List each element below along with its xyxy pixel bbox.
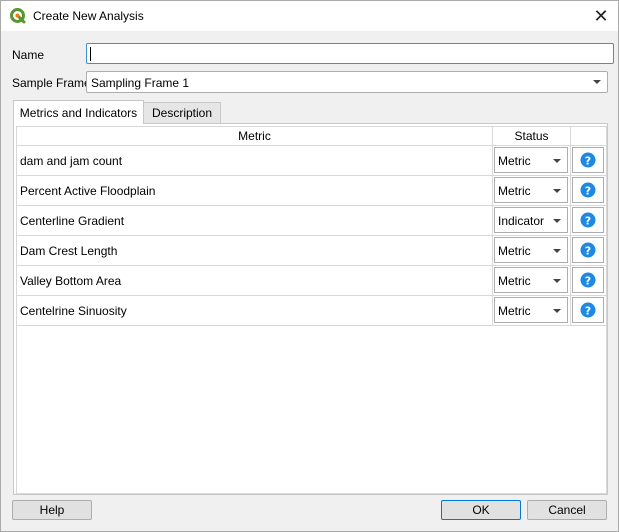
table-row[interactable]: Centerline Gradient Indicator ?: [17, 206, 606, 236]
chevron-down-icon: [553, 189, 561, 193]
cancel-button[interactable]: Cancel: [527, 500, 607, 520]
metric-help-button[interactable]: ?: [572, 177, 604, 203]
chevron-down-icon: [553, 249, 561, 253]
svg-text:?: ?: [585, 274, 591, 287]
status-select[interactable]: Metric: [494, 177, 568, 203]
ok-button-label: OK: [472, 503, 490, 517]
chevron-down-icon: [553, 219, 561, 223]
chevron-down-icon: [553, 309, 561, 313]
status-select[interactable]: Metric: [494, 297, 568, 323]
metric-name: Centelrine Sinuosity: [20, 304, 127, 318]
metric-name: Centerline Gradient: [20, 214, 125, 228]
question-circle-icon: ?: [580, 152, 596, 168]
status-value: Metric: [498, 184, 531, 198]
status-cell: Metric: [493, 236, 571, 266]
svg-text:?: ?: [585, 304, 591, 317]
column-header-label: Status: [514, 129, 549, 143]
svg-text:?: ?: [585, 214, 591, 227]
status-cell: Indicator: [493, 206, 571, 236]
svg-text:?: ?: [585, 184, 591, 197]
metric-cell[interactable]: Percent Active Floodplain: [17, 176, 493, 206]
sample-frame-label: Sample Frame: [12, 76, 91, 90]
status-value: Metric: [498, 274, 531, 288]
column-header-metric[interactable]: Metric: [17, 127, 493, 146]
window-title: Create New Analysis: [33, 9, 144, 23]
ok-button[interactable]: OK: [441, 500, 521, 520]
metric-help-button[interactable]: ?: [572, 297, 604, 323]
title-bar: Create New Analysis ✕: [1, 1, 618, 31]
table-row[interactable]: dam and jam count Metric ?: [17, 146, 606, 176]
help-cell: ?: [571, 266, 606, 296]
name-input[interactable]: [86, 43, 614, 64]
question-circle-icon: ?: [580, 212, 596, 228]
metric-name: Valley Bottom Area: [20, 274, 122, 288]
table-row[interactable]: Centelrine Sinuosity Metric ?: [17, 296, 606, 326]
question-circle-icon: ?: [580, 272, 596, 288]
table-row[interactable]: Percent Active Floodplain Metric ?: [17, 176, 606, 206]
sample-frame-select[interactable]: Sampling Frame 1: [86, 71, 608, 93]
metric-name: Dam Crest Length: [20, 244, 118, 258]
question-circle-icon: ?: [580, 242, 596, 258]
status-cell: Metric: [493, 266, 571, 296]
help-cell: ?: [571, 236, 606, 266]
close-button[interactable]: ✕: [584, 1, 618, 31]
sample-frame-value: Sampling Frame 1: [91, 76, 190, 90]
close-icon: ✕: [593, 5, 609, 26]
chevron-down-icon: [593, 80, 601, 84]
help-cell: ?: [571, 176, 606, 206]
tab-metrics-and-indicators[interactable]: Metrics and Indicators: [13, 100, 144, 124]
tab-label: Description: [151, 106, 213, 120]
status-cell: Metric: [493, 146, 571, 176]
metric-help-button[interactable]: ?: [572, 237, 604, 263]
status-value: Metric: [498, 304, 531, 318]
metrics-tab-panel: Metric Status dam and jam count Metric ?: [13, 123, 608, 495]
metrics-table[interactable]: Metric Status dam and jam count Metric ?: [16, 126, 607, 494]
help-button-label: Help: [39, 503, 65, 517]
status-cell: Metric: [493, 296, 571, 326]
metric-name: dam and jam count: [20, 154, 123, 168]
qgis-logo-icon: [10, 8, 26, 24]
chevron-down-icon: [553, 279, 561, 283]
tab-description[interactable]: Description: [143, 102, 221, 123]
svg-text:?: ?: [585, 244, 591, 257]
metric-help-button[interactable]: ?: [572, 147, 604, 173]
metric-help-button[interactable]: ?: [572, 207, 604, 233]
metric-cell[interactable]: Dam Crest Length: [17, 236, 493, 266]
metric-cell[interactable]: Centelrine Sinuosity: [17, 296, 493, 326]
svg-text:?: ?: [585, 154, 591, 167]
question-circle-icon: ?: [580, 302, 596, 318]
help-button[interactable]: Help: [12, 500, 92, 520]
status-cell: Metric: [493, 176, 571, 206]
metric-cell[interactable]: Valley Bottom Area: [17, 266, 493, 296]
cancel-button-label: Cancel: [548, 503, 586, 517]
status-select[interactable]: Metric: [494, 267, 568, 293]
table-row[interactable]: Valley Bottom Area Metric ?: [17, 266, 606, 296]
table-row[interactable]: Dam Crest Length Metric ?: [17, 236, 606, 266]
status-select[interactable]: Metric: [494, 237, 568, 263]
metric-cell[interactable]: dam and jam count: [17, 146, 493, 176]
status-value: Indicator: [498, 214, 545, 228]
metric-cell[interactable]: Centerline Gradient: [17, 206, 493, 236]
column-header-status[interactable]: Status: [493, 127, 571, 146]
status-value: Metric: [498, 154, 531, 168]
column-header-help: [571, 127, 606, 146]
status-select[interactable]: Indicator: [494, 207, 568, 233]
status-value: Metric: [498, 244, 531, 258]
text-caret: [90, 47, 91, 61]
chevron-down-icon: [553, 159, 561, 163]
dialog-window: Create New Analysis ✕ Name Sample Frame …: [0, 0, 619, 532]
help-cell: ?: [571, 146, 606, 176]
metric-help-button[interactable]: ?: [572, 267, 604, 293]
question-circle-icon: ?: [580, 182, 596, 198]
tab-label: Metrics and Indicators: [19, 105, 138, 120]
column-header-label: Metric: [238, 129, 271, 143]
help-cell: ?: [571, 206, 606, 236]
status-select[interactable]: Metric: [494, 147, 568, 173]
name-label: Name: [12, 48, 45, 62]
help-cell: ?: [571, 296, 606, 326]
metric-name: Percent Active Floodplain: [20, 184, 156, 198]
